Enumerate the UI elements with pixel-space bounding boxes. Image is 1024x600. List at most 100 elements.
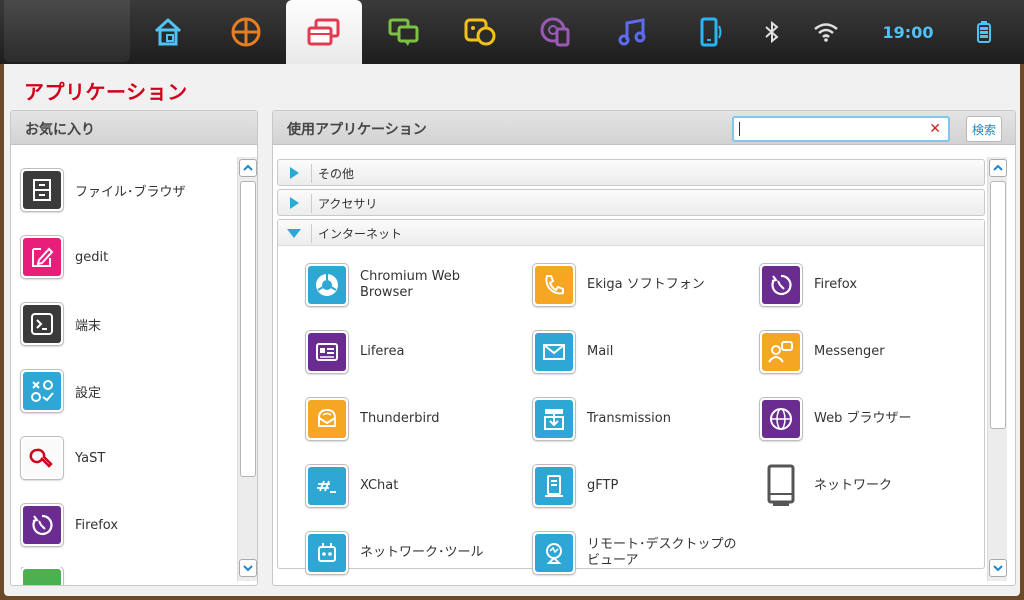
battery-status[interactable] (970, 0, 998, 64)
apps-panel: 使用アプリケーション その他 アクセサリ インターネット Chromium We… (272, 110, 1016, 586)
favorite-item-firefox[interactable]: Firefox (21, 500, 231, 550)
app-mail[interactable]: Mail (533, 329, 753, 375)
favorite-item-gedit[interactable]: gedit (21, 232, 231, 282)
app-label: Web ブラウザー (814, 411, 912, 426)
pinwheel-icon (231, 17, 261, 47)
home-tab[interactable] (130, 0, 206, 64)
app-label: Firefox (814, 277, 858, 292)
search-button[interactable]: 検索 (966, 116, 1002, 142)
clock: 19:00 (882, 22, 934, 42)
media-icon (540, 17, 570, 47)
bluetooth-status[interactable] (758, 0, 786, 64)
favorite-label: gedit (75, 249, 109, 265)
app-label: Messenger (814, 344, 885, 359)
app-xchat[interactable]: XChat (306, 463, 526, 509)
favorite-item-yast[interactable]: YaST (21, 433, 231, 483)
windows-icon (307, 18, 340, 46)
app-label: ネットワーク (814, 478, 893, 493)
bluetooth-icon (765, 20, 779, 44)
terminal-icon (31, 313, 53, 335)
app-label: Transmission (587, 411, 671, 426)
music-icon (618, 18, 646, 46)
windows-tab[interactable] (286, 0, 362, 64)
edit-icon (32, 247, 54, 267)
chat-tab[interactable] (366, 0, 442, 64)
xchat-icon (317, 480, 336, 493)
home-icon (154, 18, 182, 46)
app-thunderbird[interactable]: Thunderbird (306, 396, 526, 442)
wrench-icon (29, 448, 53, 468)
scroll-thumb[interactable] (990, 181, 1006, 429)
battery-icon (977, 21, 991, 43)
contacts-icon (464, 18, 496, 46)
favorite-label: 端末 (75, 318, 102, 334)
media-tab[interactable] (518, 0, 594, 64)
applications-window: アプリケーション お気に入り ファイル･ブラウザ gedit 端末 設定 YaS… (4, 64, 1020, 596)
app-transmission[interactable]: Transmission (533, 396, 753, 442)
app-messenger[interactable]: Messenger (760, 329, 980, 375)
scroll-down-button[interactable] (239, 559, 257, 577)
category-other[interactable]: その他 (277, 159, 985, 186)
app-label: リモート･デスクトップの ビューア (587, 537, 737, 568)
expand-down-icon[interactable] (286, 226, 302, 240)
chevron-down-icon (993, 565, 1003, 572)
app-web-browser[interactable]: Web ブラウザー (760, 396, 980, 442)
scroll-up-button[interactable] (239, 159, 257, 177)
favorite-item-terminal[interactable]: 端末 (21, 299, 231, 349)
favorites-scrollbar[interactable] (237, 157, 257, 581)
app-label: Liferea (360, 344, 405, 359)
transmission-icon (544, 409, 564, 430)
apps-title: 使用アプリケーション (287, 122, 427, 138)
wifi-status[interactable] (810, 0, 842, 64)
pinwheel-tab[interactable] (208, 0, 284, 64)
favorite-item-partial[interactable] (21, 567, 231, 585)
app-gftp[interactable]: gFTP (533, 463, 753, 509)
clear-search-icon[interactable]: ✕ (929, 121, 941, 137)
music-tab[interactable] (594, 0, 670, 64)
app-remote-desktop[interactable]: リモート･デスクトップの ビューア (533, 530, 753, 576)
app-liferea[interactable]: Liferea (306, 329, 526, 375)
app-network[interactable]: ネットワーク (760, 463, 980, 509)
category-label: その他 (318, 167, 355, 181)
settings-icon (31, 380, 54, 402)
firefox-icon (771, 274, 792, 296)
text-caret (739, 122, 740, 136)
search-input[interactable]: ✕ (732, 116, 950, 142)
app-label: XChat (360, 478, 399, 493)
device-icon (767, 464, 795, 506)
news-icon (316, 343, 338, 361)
category-accessories[interactable]: アクセサリ (277, 189, 985, 216)
chevron-down-icon (243, 565, 253, 572)
scroll-thumb[interactable] (240, 181, 256, 477)
expand-right-icon (290, 167, 299, 179)
chevron-up-icon (993, 164, 1003, 171)
favorites-header: お気に入り (11, 111, 257, 145)
menu-corner[interactable] (4, 0, 130, 62)
chat-icon (388, 18, 419, 46)
messenger-icon (768, 341, 793, 363)
app-label: Mail (587, 344, 614, 359)
app-firefox[interactable]: Firefox (760, 262, 980, 308)
firefox-icon (32, 514, 53, 536)
app-label: Chromium Web Browser (360, 269, 460, 300)
top-bar: 19:00 (0, 0, 1024, 64)
apps-scrollbar[interactable] (987, 157, 1007, 581)
thunderbird-icon (318, 408, 336, 427)
contacts-tab[interactable] (442, 0, 518, 64)
favorites-panel: お気に入り ファイル･ブラウザ gedit 端末 設定 YaST Firefox (10, 110, 258, 586)
favorite-item-file-browser[interactable]: ファイル･ブラウザ (21, 165, 231, 215)
scroll-down-button[interactable] (989, 559, 1007, 577)
app-label: Thunderbird (360, 411, 440, 426)
app-chromium[interactable]: Chromium Web Browser (306, 262, 526, 308)
phone-sync-tab[interactable] (672, 0, 748, 64)
chromium-icon (316, 274, 338, 296)
app-label: gFTP (587, 478, 619, 493)
remote-desktop-icon (546, 543, 562, 564)
favorite-item-settings[interactable]: 設定 (21, 366, 231, 416)
globe-icon (770, 408, 792, 430)
chevron-up-icon (243, 164, 253, 171)
app-ekiga[interactable]: Ekiga ソフトフォン (533, 262, 753, 308)
favorite-label: Firefox (75, 517, 119, 533)
app-network-tools[interactable]: ネットワーク･ツール (306, 530, 526, 576)
scroll-up-button[interactable] (989, 159, 1007, 177)
